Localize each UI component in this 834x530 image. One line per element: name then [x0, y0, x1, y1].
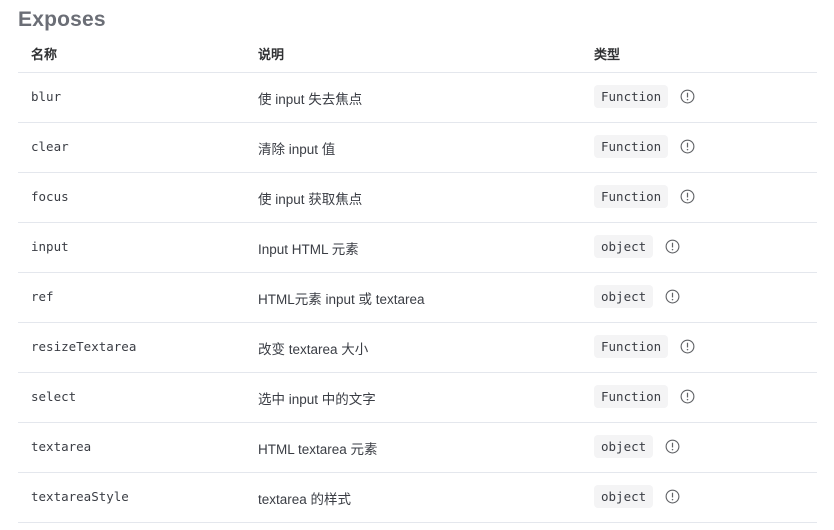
exposes-table: 名称 说明 类型 blur 使 input 失去焦点 Function clea…: [18, 34, 817, 523]
row-type: object: [594, 235, 680, 258]
table-row: input Input HTML 元素 object: [18, 223, 817, 273]
table-row: textareaStyle textarea 的样式 object: [18, 473, 817, 523]
row-type: object: [594, 485, 680, 508]
column-header-name: 名称: [31, 47, 58, 62]
row-description: 使 input 获取焦点: [258, 192, 363, 207]
table-row: textarea HTML textarea 元素 object: [18, 423, 817, 473]
info-circle-icon[interactable]: [680, 89, 695, 104]
row-type: Function: [594, 85, 695, 108]
type-badge: object: [594, 235, 654, 258]
info-circle-icon[interactable]: [665, 439, 680, 454]
type-badge: object: [594, 485, 654, 508]
row-name: blur: [31, 89, 62, 104]
row-name: resizeTextarea: [31, 339, 137, 354]
row-description: Input HTML 元素: [258, 242, 359, 257]
info-circle-icon[interactable]: [665, 239, 680, 254]
row-description: HTML textarea 元素: [258, 442, 378, 457]
row-description: 改变 textarea 大小: [258, 342, 369, 357]
row-description: 使 input 失去焦点: [258, 92, 363, 107]
table-row: select 选中 input 中的文字 Function: [18, 373, 817, 423]
info-circle-icon[interactable]: [665, 289, 680, 304]
type-badge: Function: [594, 385, 669, 408]
row-type: Function: [594, 185, 695, 208]
table-row: blur 使 input 失去焦点 Function: [18, 73, 817, 123]
type-badge: Function: [594, 85, 669, 108]
type-badge: object: [594, 285, 654, 308]
info-circle-icon[interactable]: [665, 489, 680, 504]
column-header-description: 说明: [258, 47, 285, 62]
table-header: 名称 说明 类型: [18, 34, 817, 73]
info-circle-icon[interactable]: [680, 189, 695, 204]
row-name: ref: [31, 289, 54, 304]
row-type: object: [594, 285, 680, 308]
info-circle-icon[interactable]: [680, 339, 695, 354]
row-name: clear: [31, 139, 69, 154]
row-type: Function: [594, 135, 695, 158]
row-name: input: [31, 239, 69, 254]
row-description: HTML元素 input 或 textarea: [258, 292, 425, 307]
row-description: textarea 的样式: [258, 492, 352, 507]
row-description: 清除 input 值: [258, 142, 336, 157]
section-title: Exposes: [18, 8, 106, 31]
row-type: Function: [594, 385, 695, 408]
table-row: resizeTextarea 改变 textarea 大小 Function: [18, 323, 817, 373]
row-type: object: [594, 435, 680, 458]
row-name: textarea: [31, 439, 92, 454]
type-badge: Function: [594, 335, 669, 358]
row-name: select: [31, 389, 77, 404]
type-badge: Function: [594, 185, 669, 208]
row-description: 选中 input 中的文字: [258, 392, 376, 407]
row-name: focus: [31, 189, 69, 204]
info-circle-icon[interactable]: [680, 139, 695, 154]
table-row: ref HTML元素 input 或 textarea object: [18, 273, 817, 323]
table-row: focus 使 input 获取焦点 Function: [18, 173, 817, 223]
column-header-type: 类型: [594, 47, 621, 62]
row-name: textareaStyle: [31, 489, 129, 504]
type-badge: object: [594, 435, 654, 458]
row-type: Function: [594, 335, 695, 358]
type-badge: Function: [594, 135, 669, 158]
info-circle-icon[interactable]: [680, 389, 695, 404]
table-row: clear 清除 input 值 Function: [18, 123, 817, 173]
